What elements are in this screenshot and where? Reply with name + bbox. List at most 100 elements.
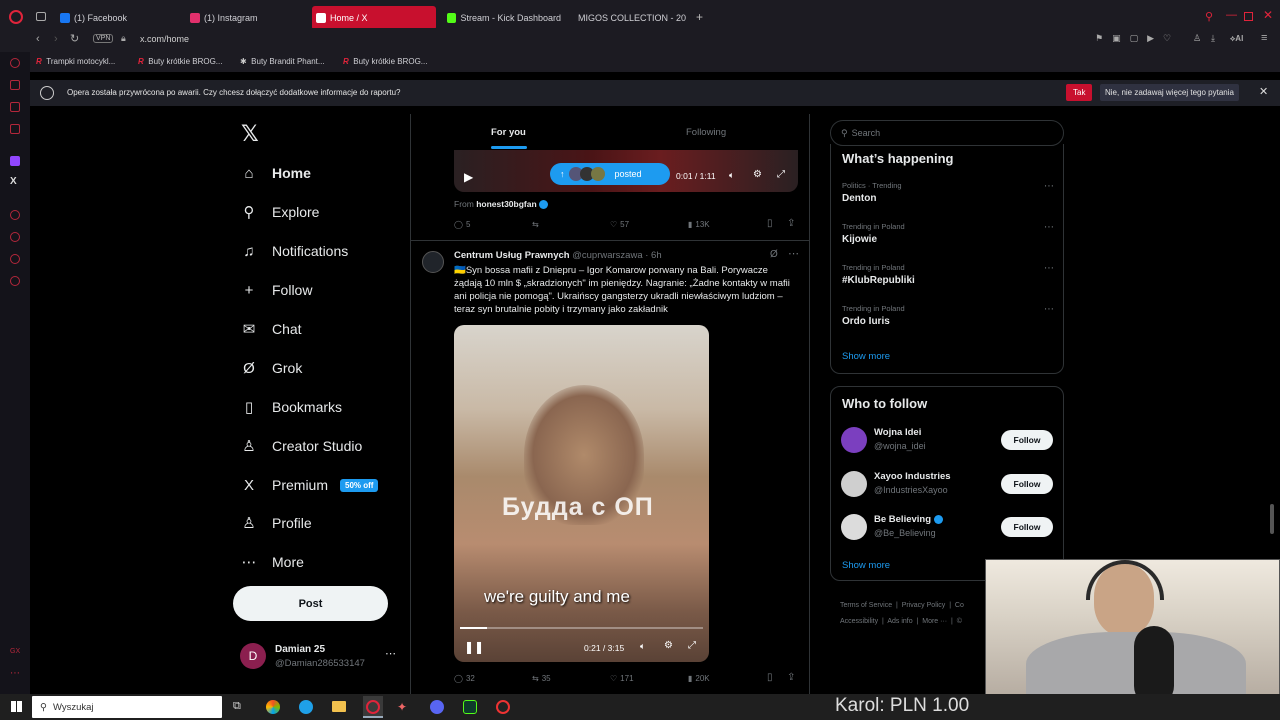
sidebar-icon[interactable]: [10, 102, 20, 112]
forward-icon[interactable]: ›: [54, 33, 58, 45]
task-view-icon[interactable]: ⧉: [233, 700, 241, 713]
footer-link[interactable]: Ads info: [887, 618, 912, 625]
reload-icon[interactable]: ↻: [70, 32, 79, 45]
vpn-badge[interactable]: VPN: [93, 34, 114, 43]
account-more-icon[interactable]: ⋯: [385, 647, 396, 660]
footer-link[interactable]: Terms of Service: [840, 602, 892, 609]
edge-icon[interactable]: [299, 700, 313, 714]
trend-item[interactable]: Trending in Poland Ordo Iuris ⋯: [842, 304, 1054, 327]
opera-logo-icon[interactable]: [9, 10, 23, 24]
browser-tab[interactable]: (1) Facebook: [56, 6, 181, 30]
footer-link[interactable]: More ···: [922, 618, 947, 625]
tab-for-you[interactable]: For you: [491, 127, 526, 138]
search-tabs-icon[interactable]: ⚲: [1205, 10, 1213, 23]
x-sidebar-icon[interactable]: X: [10, 176, 17, 187]
history-icon[interactable]: [10, 232, 20, 242]
trend-item[interactable]: Trending in Poland #KlubRepubliki ⋯: [842, 263, 1054, 286]
taskbar-app-icon[interactable]: [463, 700, 477, 714]
tweet-author-name[interactable]: Centrum Usług Prawnych: [454, 250, 570, 261]
file-explorer-icon[interactable]: [332, 701, 346, 712]
tweet-more-icon[interactable]: ⋯: [788, 247, 799, 260]
views-button[interactable]: ▮ 20K: [688, 674, 710, 683]
repost-button[interactable]: ⇆ 35: [532, 674, 551, 683]
close-window-icon[interactable]: ✕: [1263, 8, 1273, 22]
show-more-link[interactable]: Show more: [842, 560, 890, 571]
top-video[interactable]: ▶ ↑ posted 0:01 / 1:11 🔈︎ ⚙ ⤢: [454, 150, 798, 192]
sidebar-icon[interactable]: [10, 254, 20, 264]
minimize-icon[interactable]: —: [1226, 9, 1237, 21]
nav-item-follow[interactable]: + Follow: [240, 275, 313, 305]
bookmark-icon[interactable]: ▯: [767, 672, 773, 683]
windows-start-icon[interactable]: [11, 701, 22, 712]
footer-link[interactable]: ©: [957, 618, 962, 625]
taskbar-app-icon[interactable]: [266, 700, 280, 714]
nav-item-bookmarks[interactable]: ▯ Bookmarks: [240, 392, 342, 422]
avatar[interactable]: [422, 251, 444, 273]
follow-button[interactable]: Follow: [1001, 517, 1053, 537]
trend-item[interactable]: Trending in Poland Kijowie ⋯: [842, 222, 1054, 245]
sidebar-icon[interactable]: [10, 210, 20, 220]
extension-icons[interactable]: ⚑▣▢▶♡: [1095, 33, 1180, 44]
follow-suggestion[interactable]: Wojna Idei @wojna_idei Follow: [831, 425, 1063, 457]
account-icon[interactable]: ♙: [1193, 33, 1201, 44]
ai-label[interactable]: ⟡AI: [1230, 34, 1243, 44]
gx-icon[interactable]: GX: [10, 648, 20, 655]
volume-icon[interactable]: 🔈︎: [640, 641, 645, 652]
browser-tab[interactable]: MIGOS COLLECTION - 20: [570, 6, 690, 30]
taskbar-search-input[interactable]: ⚲ Wyszukaj: [32, 696, 222, 718]
sidebar-more-icon[interactable]: ⋯: [10, 668, 20, 679]
nav-item-premium[interactable]: X Premium 50% off: [240, 470, 379, 500]
nav-item-grok[interactable]: Ø Grok: [240, 353, 302, 383]
download-icon[interactable]: ⤓: [1211, 33, 1215, 44]
browser-tab[interactable]: Home / X: [312, 6, 436, 30]
footer-link[interactable]: Co: [955, 602, 964, 609]
fullscreen-icon[interactable]: ⤢: [777, 169, 785, 180]
grok-icon[interactable]: Ø: [770, 249, 778, 260]
new-tab-icon[interactable]: +: [696, 10, 703, 24]
mute-icon[interactable]: 🔈︎: [729, 170, 734, 181]
taskbar-app-icon[interactable]: [430, 700, 444, 714]
bookmark-item[interactable]: ✱ Buty Brandit Phant...: [240, 57, 325, 66]
settings-icon[interactable]: [10, 276, 20, 286]
infobar-close-icon[interactable]: ✕: [1259, 85, 1268, 98]
source-user-link[interactable]: honest30bgfan: [476, 199, 536, 209]
follow-button[interactable]: Follow: [1001, 474, 1053, 494]
infobar-no-button[interactable]: Nie, nie zadawaj więcej tego pytania: [1100, 84, 1239, 101]
account-switcher[interactable]: D Damian 25 @Damian286533147 ⋯: [240, 642, 400, 672]
like-button[interactable]: ♡ 57: [610, 220, 629, 229]
tab-following[interactable]: Following: [686, 127, 726, 138]
nav-item-explore[interactable]: ⚲ Explore: [240, 197, 320, 227]
video-progress-track[interactable]: [460, 627, 703, 629]
back-icon[interactable]: ‹: [36, 33, 40, 45]
settings-icon[interactable]: ⚙: [664, 640, 673, 651]
scrollbar[interactable]: [1270, 504, 1274, 534]
footer-link[interactable]: Accessibility: [840, 618, 878, 625]
views-button[interactable]: ▮ 13K: [688, 220, 710, 229]
nav-item-profile[interactable]: ♙ Profile: [240, 508, 311, 538]
maximize-icon[interactable]: [1244, 12, 1253, 21]
settings-icon[interactable]: ⚙: [753, 169, 762, 180]
tweet-video[interactable]: Будда с ОП we're guilty and me ❚❚ 0:21 /…: [454, 325, 709, 662]
nav-item-chat[interactable]: ✉ Chat: [240, 314, 302, 344]
trend-item[interactable]: Politics · Trending Denton ⋯: [842, 181, 1054, 204]
follow-button[interactable]: Follow: [1001, 430, 1053, 450]
show-more-link[interactable]: Show more: [842, 351, 890, 362]
tab-menu-icon[interactable]: [36, 12, 46, 21]
nav-item-home[interactable]: ⌂ Home: [240, 158, 310, 188]
x-logo-icon[interactable]: 𝕏: [241, 122, 259, 147]
footer-link[interactable]: Privacy Policy: [902, 602, 946, 609]
trend-more-icon[interactable]: ⋯: [1044, 181, 1054, 192]
posted-pill[interactable]: ↑ posted: [550, 163, 670, 185]
reply-button[interactable]: ◯ 32: [454, 674, 475, 683]
reply-button[interactable]: ◯ 5: [454, 220, 470, 229]
nav-item-notifications[interactable]: ♫ Notifications: [240, 236, 348, 266]
trend-more-icon[interactable]: ⋯: [1044, 304, 1054, 315]
bookmark-item[interactable]: R Buty krótkie BROG...: [138, 57, 222, 66]
nav-item-more[interactable]: ⋯ More: [240, 547, 304, 577]
sidebar-icon[interactable]: [10, 58, 20, 68]
post-button[interactable]: Post: [233, 586, 388, 621]
nav-item-creator-studio[interactable]: ♙ Creator Studio: [240, 431, 362, 461]
opera-taskbar-icon[interactable]: [363, 696, 383, 718]
bookmark-icon[interactable]: ▯: [767, 218, 773, 229]
follow-suggestion[interactable]: Be Believing @Be_Believing Follow: [831, 512, 1063, 544]
